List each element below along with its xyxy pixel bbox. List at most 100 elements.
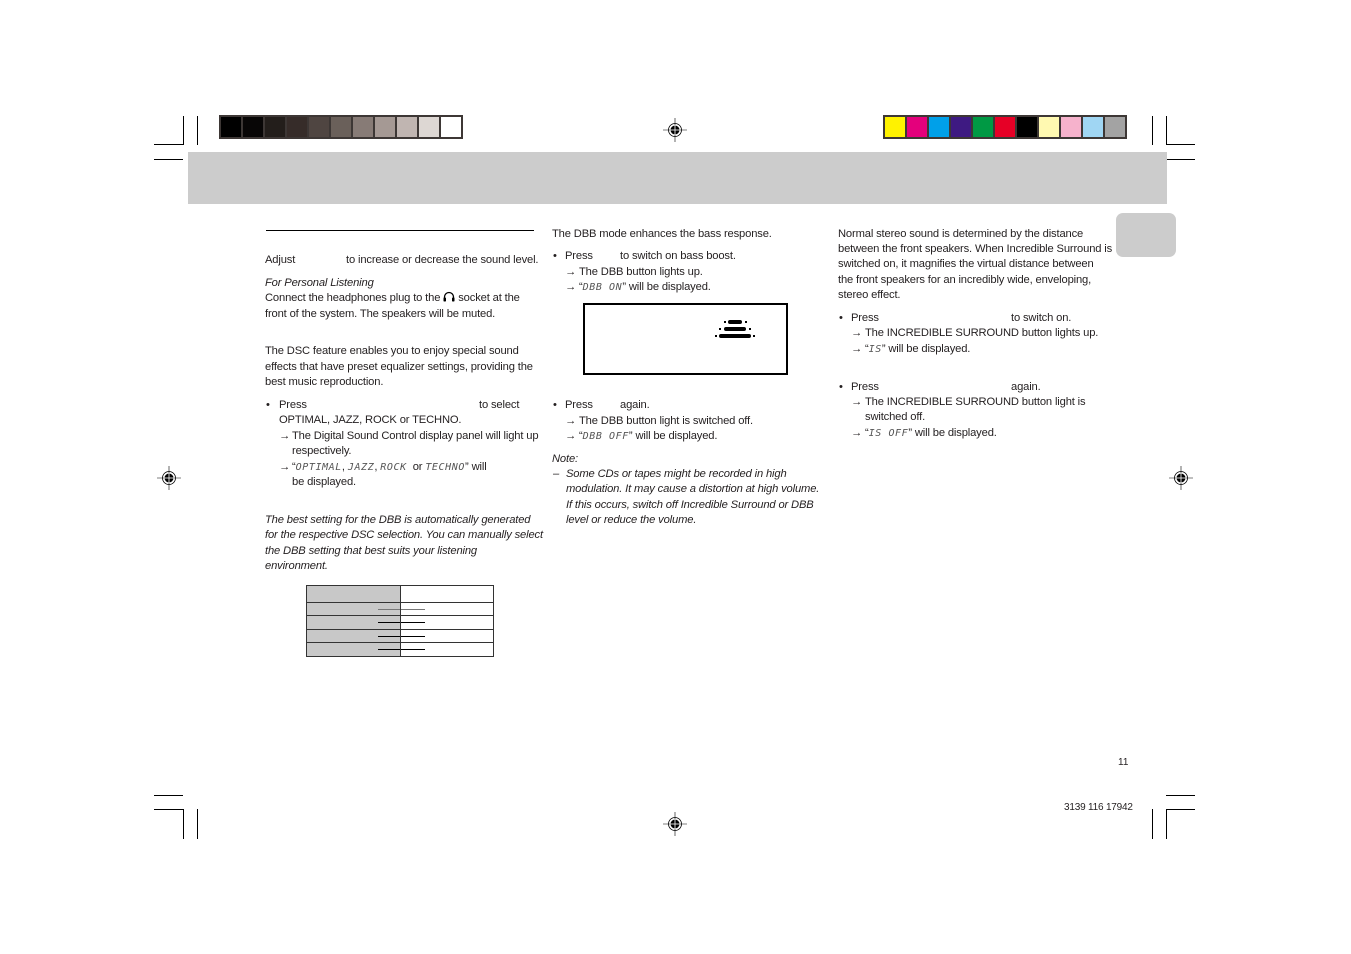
- lcd-is-off: IS OFF: [868, 428, 909, 439]
- color-swatch: [1061, 117, 1081, 137]
- dsc-press: Press: [279, 399, 307, 411]
- arrow-icon: →: [565, 415, 577, 427]
- registration-mark-icon: [1169, 466, 1193, 490]
- table-cell: [306, 642, 401, 657]
- crop-mark: [1152, 809, 1153, 839]
- dsc-dbb-table: [306, 585, 494, 657]
- color-swatch: [1039, 117, 1059, 137]
- is-intro-line3: switched on, it magnifies the virtual di…: [838, 258, 1094, 270]
- comma: ,: [341, 461, 345, 473]
- registration-mark-icon: [157, 466, 181, 490]
- bullet-icon: •: [553, 399, 557, 411]
- registration-mark-icon: [663, 812, 687, 836]
- dbb-note-line1: The best setting for the DBB is automati…: [265, 514, 531, 526]
- lcd-dbb-on: DBB ON: [582, 282, 623, 293]
- color-swatch: [331, 117, 351, 137]
- lcd-is: IS: [868, 344, 882, 355]
- bullet-icon: •: [266, 399, 270, 411]
- table-cell: [306, 601, 401, 617]
- crop-mark: [1166, 809, 1195, 810]
- color-swatch: [1017, 117, 1037, 137]
- arrow-icon: →: [851, 343, 863, 355]
- dbb-switch-on: to switch on bass boost.: [620, 250, 736, 262]
- eq-dot: [749, 328, 751, 330]
- is-intro-line5: stereo effect.: [838, 289, 901, 301]
- table-cell: [306, 628, 401, 644]
- is-press-again: Press: [851, 381, 879, 393]
- will-be-displayed: will be displayed.: [635, 430, 718, 442]
- dsc-be-displayed: be displayed.: [292, 476, 356, 488]
- dbb-on-display-line: “DBB ON” will be displayed.: [579, 280, 711, 295]
- quote: ”: [628, 430, 633, 442]
- language-tab: [1116, 213, 1176, 257]
- dbb-note-line4: environment.: [265, 560, 328, 572]
- will-be-displayed: will be displayed.: [628, 281, 711, 293]
- dsc-display-line: “OPTIMAL, JAZZ, ROCK or TECHNO” will: [292, 460, 487, 475]
- crop-mark: [1166, 795, 1195, 796]
- dbb-again: again.: [620, 399, 650, 411]
- table-cell: [400, 601, 494, 617]
- color-swatch: [375, 117, 395, 137]
- process-color-bar: [883, 115, 1127, 139]
- arrow-icon: →: [851, 396, 863, 408]
- bullet-icon: •: [839, 312, 843, 324]
- arrow-line: [401, 608, 425, 610]
- is-intro-line2: between the front speakers. When Incredi…: [838, 243, 1113, 255]
- table-cell: [400, 628, 494, 644]
- color-swatch: [929, 117, 949, 137]
- arrow-line: [378, 649, 400, 651]
- dsc-intro-line2: effects that have preset equalizer setti…: [265, 361, 533, 373]
- dbb-press: Press: [565, 250, 593, 262]
- crop-mark: [197, 116, 198, 145]
- page-number: 11: [1118, 757, 1129, 768]
- table-cell: [400, 642, 494, 657]
- arrow-line: [401, 622, 425, 624]
- crop-mark: [1166, 809, 1167, 839]
- color-swatch: [353, 117, 373, 137]
- note-label: Note:: [552, 453, 578, 465]
- personal-listening-heading: For Personal Listening: [265, 277, 374, 289]
- arrow-line: [378, 622, 400, 624]
- bullet-icon: •: [553, 250, 557, 262]
- page-header-band: [188, 152, 1167, 204]
- crop-mark: [1167, 159, 1195, 160]
- will-be-displayed: will be displayed.: [888, 343, 971, 355]
- eq-dot: [745, 321, 747, 323]
- crop-mark: [1166, 116, 1167, 145]
- note-line4: level or reduce the volume.: [566, 514, 697, 526]
- crop-mark: [154, 159, 183, 160]
- is-result-off-line2: switched off.: [865, 411, 926, 423]
- table-cell: [306, 615, 401, 630]
- table-row: [306, 628, 494, 644]
- dbb-press-again: Press: [565, 399, 593, 411]
- color-swatch: [1083, 117, 1103, 137]
- quote: ”: [908, 427, 912, 439]
- color-swatch: [397, 117, 417, 137]
- arrow-icon: →: [279, 430, 291, 442]
- color-swatch: [885, 117, 905, 137]
- quote: ”: [465, 461, 469, 473]
- is-intro-line1: Normal stereo sound is determined by the…: [838, 228, 1084, 240]
- arrow-icon: →: [851, 327, 863, 339]
- color-swatch: [951, 117, 971, 137]
- dbb-off-display-line: “DBB OFF” will be displayed.: [579, 429, 717, 444]
- arrow-line: [378, 608, 400, 610]
- arrow-line: [378, 635, 400, 637]
- comma: ,: [374, 461, 378, 473]
- dash-icon: –: [553, 468, 560, 480]
- crop-mark: [154, 809, 184, 810]
- table-row: [306, 642, 494, 657]
- headphones-icon: [443, 291, 455, 302]
- eq-level-bar: [724, 327, 746, 331]
- arrow-icon: →: [565, 266, 577, 278]
- color-swatch: [287, 117, 307, 137]
- will-be-displayed: will be displayed.: [914, 427, 997, 439]
- dbb-note-line3: the DBB setting that best suits your lis…: [265, 545, 477, 557]
- dbb-result-lights: The DBB button lights up.: [579, 266, 703, 278]
- lcd-dbb-off: DBB OFF: [582, 431, 629, 442]
- lcd-rock: ROCK: [380, 462, 407, 473]
- color-swatch: [973, 117, 993, 137]
- dbb-result-off: The DBB button light is switched off.: [579, 415, 753, 427]
- is-to-switch-on: to switch on.: [1011, 312, 1072, 324]
- note-line2: modulation. It may cause a distortion at…: [566, 483, 820, 495]
